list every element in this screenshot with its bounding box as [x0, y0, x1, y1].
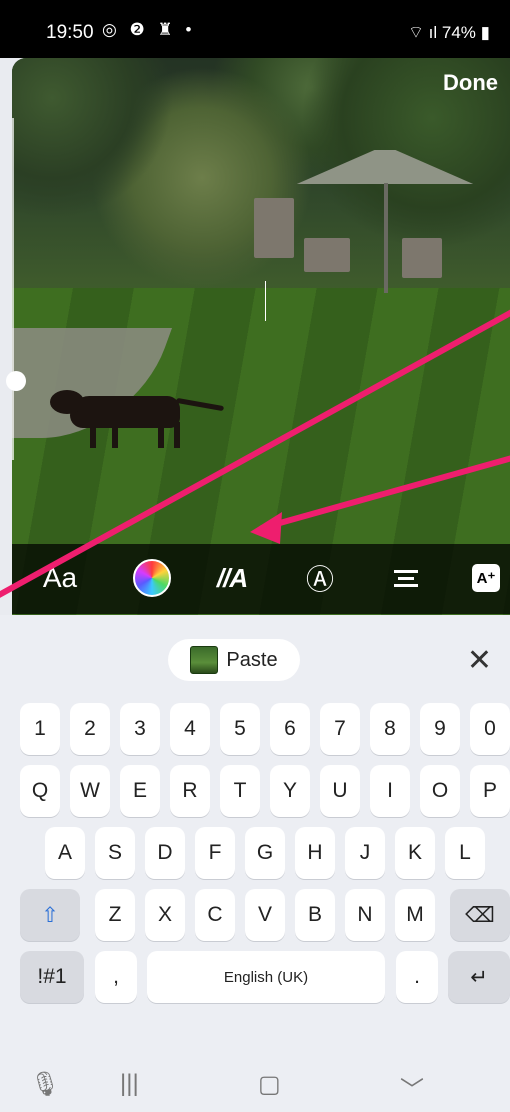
notification-icons: ◎ ❷ ♜ •	[102, 20, 196, 39]
navigation-bar: 🎙 ||| ▢ ﹀	[0, 1070, 510, 1112]
key-u[interactable]: U	[320, 765, 360, 817]
key-r[interactable]: R	[170, 765, 210, 817]
align-center-icon	[394, 566, 418, 591]
photo-umbrella-pole	[384, 183, 388, 293]
key-f[interactable]: F	[195, 827, 235, 879]
symbols-key[interactable]: !#1	[20, 951, 84, 1003]
color-button[interactable]	[128, 554, 176, 602]
key-d[interactable]: D	[145, 827, 185, 879]
key-q[interactable]: Q	[20, 765, 60, 817]
key-t[interactable]: T	[220, 765, 260, 817]
key-5[interactable]: 5	[220, 703, 260, 755]
key-o[interactable]: O	[420, 765, 460, 817]
key-m[interactable]: M	[395, 889, 435, 941]
backspace-key[interactable]: ⌫	[450, 889, 510, 941]
key-6[interactable]: 6	[270, 703, 310, 755]
key-8[interactable]: 8	[370, 703, 410, 755]
key-0[interactable]: 0	[470, 703, 510, 755]
key-c[interactable]: C	[195, 889, 235, 941]
key-i[interactable]: I	[370, 765, 410, 817]
key-l[interactable]: L	[445, 827, 485, 879]
key-h[interactable]: H	[295, 827, 335, 879]
home-button[interactable]: ▢	[258, 1070, 281, 1099]
key-z[interactable]: Z	[95, 889, 135, 941]
photo-chair	[304, 238, 350, 272]
key-w[interactable]: W	[70, 765, 110, 817]
signal-icon: ⌔ ıl	[407, 23, 438, 42]
font-button[interactable]: Aa	[38, 554, 82, 602]
key-j[interactable]: J	[345, 827, 385, 879]
shift-key[interactable]: ⇧	[20, 889, 80, 941]
key-4[interactable]: 4	[170, 703, 210, 755]
key-g[interactable]: G	[245, 827, 285, 879]
key-s[interactable]: S	[95, 827, 135, 879]
key-n[interactable]: N	[345, 889, 385, 941]
key-b[interactable]: B	[295, 889, 335, 941]
battery-level: 74%	[441, 23, 476, 42]
text-style-toolbar: Aa //A Ⓐ A⁺	[12, 544, 510, 614]
text-cursor	[265, 281, 266, 321]
text-background-button[interactable]: A⁺	[470, 554, 502, 602]
comma-key[interactable]: ,	[95, 951, 137, 1003]
key-7[interactable]: 7	[320, 703, 360, 755]
text-size-slider-thumb[interactable]	[6, 371, 26, 391]
status-right: ⌔ ıl 74% ▮	[408, 22, 490, 43]
paste-suggestion[interactable]: Paste	[168, 639, 300, 681]
key-y[interactable]: Y	[270, 765, 310, 817]
color-wheel-icon	[133, 559, 171, 597]
text-effect-button[interactable]: //A	[206, 554, 258, 602]
photo-dog	[40, 388, 225, 448]
close-icon[interactable]: ✕	[467, 643, 492, 678]
status-bar: 19:50 ◎ ❷ ♜ • ⌔ ıl 74% ▮	[0, 0, 510, 58]
key-x[interactable]: X	[145, 889, 185, 941]
key-p[interactable]: P	[470, 765, 510, 817]
done-button[interactable]: Done	[443, 70, 498, 96]
key-k[interactable]: K	[395, 827, 435, 879]
key-9[interactable]: 9	[420, 703, 460, 755]
key-1[interactable]: 1	[20, 703, 60, 755]
status-time: 19:50	[46, 22, 94, 43]
recents-button[interactable]: |||	[120, 1070, 139, 1098]
mic-icon[interactable]: 🎙	[30, 1070, 60, 1099]
key-a[interactable]: A	[45, 827, 85, 879]
photo-chair	[254, 198, 294, 258]
text-size-slider[interactable]	[12, 118, 14, 460]
key-2[interactable]: 2	[70, 703, 110, 755]
keyboard-hide-button[interactable]: ﹀	[400, 1070, 424, 1105]
align-button[interactable]	[384, 554, 428, 602]
keyboard: Paste ✕ 1 2 3 4 5 6 7 8 9 0 Q W E R T Y …	[0, 615, 510, 1112]
space-key[interactable]: English (UK)	[147, 951, 385, 1003]
period-key[interactable]: .	[396, 951, 438, 1003]
enter-key[interactable]: ↵	[448, 951, 510, 1003]
key-3[interactable]: 3	[120, 703, 160, 755]
paste-label: Paste	[226, 648, 278, 671]
clipboard-thumbnail	[190, 646, 219, 674]
key-v[interactable]: V	[245, 889, 285, 941]
story-photo[interactable]	[12, 58, 510, 615]
photo-chair	[402, 238, 442, 278]
animate-text-button[interactable]: Ⓐ	[298, 554, 342, 602]
text-background-icon: A⁺	[472, 564, 500, 592]
battery-icon: ▮	[480, 23, 490, 42]
key-e[interactable]: E	[120, 765, 160, 817]
